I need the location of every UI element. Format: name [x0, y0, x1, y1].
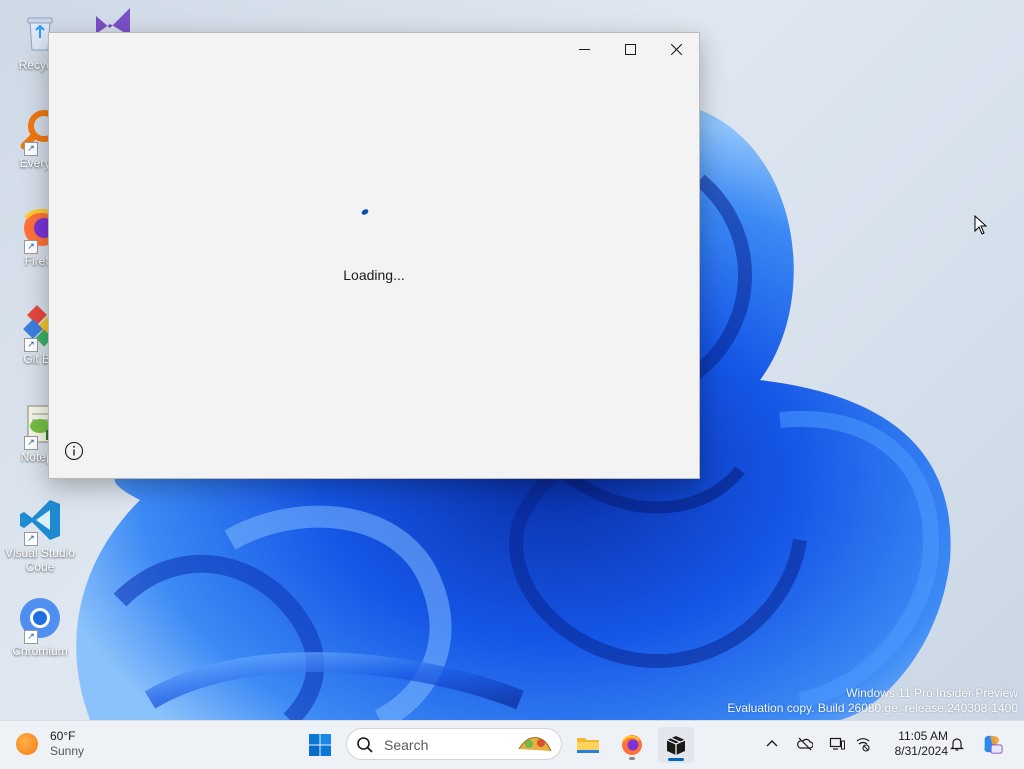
- display-tray-button[interactable]: [826, 733, 848, 755]
- copilot-icon: [984, 735, 1003, 754]
- shortcut-arrow-icon: ↗: [24, 240, 38, 254]
- shortcut-arrow-icon: ↗: [24, 532, 38, 546]
- weather-temperature: 60°F: [50, 729, 76, 743]
- running-indicator: [629, 757, 635, 760]
- search-input[interactable]: [382, 735, 506, 755]
- chromium-icon: ↗: [16, 594, 64, 644]
- loading-spinner-icon: [361, 209, 369, 215]
- sunny-weather-icon: [16, 733, 38, 755]
- taskbar-search-box[interactable]: [346, 728, 562, 760]
- shortcut-arrow-icon: ↗: [24, 436, 38, 450]
- taskbar-firefox[interactable]: [614, 727, 650, 763]
- notifications-button[interactable]: [946, 733, 968, 755]
- network-tray-button[interactable]: [852, 733, 874, 755]
- taskbar-clock[interactable]: 11:05 AM 8/31/2024: [876, 729, 948, 759]
- watermark-line-1: Windows 11 Pro Insider Preview: [846, 686, 1018, 700]
- copilot-button[interactable]: [980, 732, 1004, 756]
- show-hidden-icons-button[interactable]: [761, 733, 783, 755]
- watermark-line-2: Evaluation copy. Build 26080.ge_release.…: [727, 701, 1018, 715]
- close-button[interactable]: [653, 33, 699, 65]
- loading-text: Loading...: [343, 267, 405, 283]
- chevron-up-icon: [766, 740, 778, 747]
- maximize-button[interactable]: [607, 33, 653, 65]
- clock-time: 11:05 AM: [898, 729, 948, 743]
- onedrive-icon: [797, 737, 813, 751]
- network-icon: [856, 738, 870, 752]
- search-icon: [357, 737, 373, 753]
- active-app-indicator: [668, 758, 684, 761]
- firefox-icon: [622, 735, 642, 755]
- search-highlight-icon: [518, 736, 552, 752]
- weather-widget[interactable]: 60°F Sunny: [16, 729, 84, 759]
- bell-icon: [950, 738, 964, 751]
- start-icon: [309, 734, 331, 756]
- taskbar: 60°F Sunny Search 11:05 AM 8/31/2024: [0, 720, 1024, 769]
- clock-date: 8/31/2024: [894, 744, 948, 758]
- minimize-icon: [578, 48, 590, 50]
- shortcut-arrow-icon: ↗: [24, 338, 38, 352]
- desktop-icon-vscode[interactable]: ↗ Visual Studio Code: [4, 496, 76, 574]
- taskbar-active-app[interactable]: [658, 727, 694, 763]
- minimize-button[interactable]: [561, 33, 607, 65]
- close-icon: [670, 43, 682, 55]
- start-button[interactable]: [302, 727, 338, 763]
- vscode-icon: ↗: [16, 496, 64, 546]
- desktop-icon-label: Chromium: [12, 644, 68, 658]
- maximize-icon: [624, 43, 636, 55]
- info-icon[interactable]: [64, 441, 84, 461]
- shortcut-arrow-icon: ↗: [24, 142, 38, 156]
- desktop-icon-chromium[interactable]: ↗ Chromium: [4, 594, 76, 658]
- desktop-icon-label: Visual Studio Code: [5, 546, 75, 574]
- taskbar-file-explorer[interactable]: [570, 727, 606, 763]
- onedrive-tray-button[interactable]: [794, 733, 816, 755]
- shortcut-arrow-icon: ↗: [24, 630, 38, 644]
- weather-condition: Sunny: [50, 744, 85, 758]
- display-icon: [829, 737, 845, 750]
- file-explorer-icon: [577, 738, 599, 753]
- package-app-icon: [666, 736, 686, 755]
- app-window: Loading...: [48, 32, 700, 479]
- evaluation-watermark: Windows 11 Pro Insider Preview Evaluatio…: [727, 686, 1018, 716]
- mouse-cursor-icon: [974, 215, 988, 235]
